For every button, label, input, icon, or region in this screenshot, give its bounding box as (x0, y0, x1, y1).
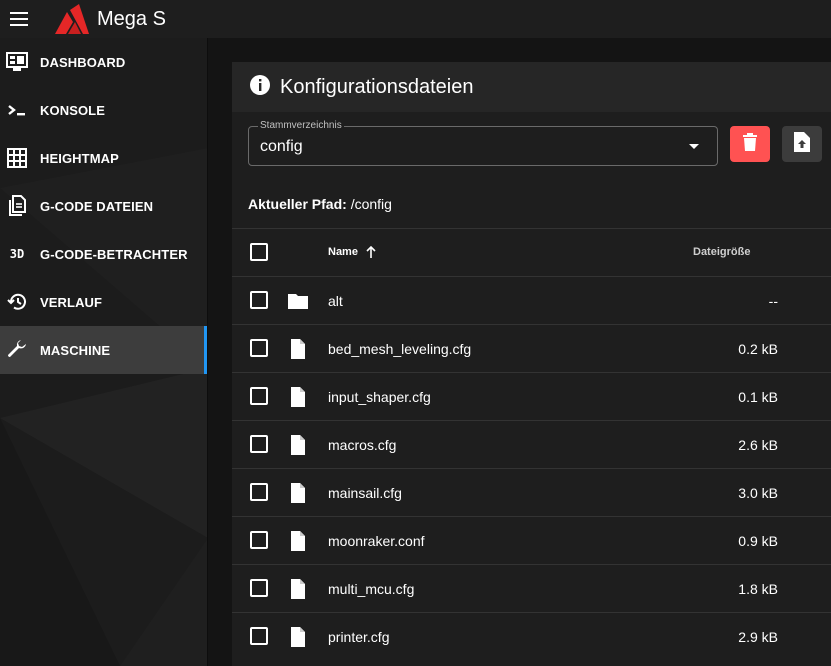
3d-icon: 3D (5, 242, 29, 266)
table-row[interactable]: mainsail.cfg 3.0 kB (232, 468, 831, 516)
table-row[interactable]: multi_mcu.cfg 1.8 kB (232, 564, 831, 612)
file-name: alt (328, 293, 343, 309)
table-header-row: Name Dateigröße (232, 228, 831, 276)
sidebar-item-label: VERLAUF (40, 294, 103, 310)
app-title: Mega S (97, 7, 166, 30)
row-checkbox[interactable] (250, 435, 268, 453)
file-document-multiple-icon (5, 194, 29, 218)
column-header-name-label: Name (328, 246, 358, 258)
file-upload-icon (794, 131, 810, 157)
root-directory-select[interactable]: Stammverzeichnis config (248, 120, 718, 166)
wrench-icon (5, 338, 29, 362)
file-icon (286, 385, 310, 409)
sidebar-item-gcode-betrachter[interactable]: 3D G-CODE-BETRACHTER (0, 230, 207, 278)
file-name: bed_mesh_leveling.cfg (328, 341, 472, 357)
file-size: 2.9 kB (738, 629, 778, 645)
sidebar-item-label: G-CODE DATEIEN (40, 198, 154, 214)
sidebar-item-gcode-dateien[interactable]: G-CODE DATEIEN (0, 182, 207, 230)
file-icon (286, 625, 310, 649)
file-size: 0.9 kB (738, 533, 778, 549)
sidebar-item-heightmap[interactable]: HEIGHTMAP (0, 134, 207, 182)
info-icon (249, 74, 271, 101)
file-icon (286, 529, 310, 553)
file-table: Name Dateigröße alt -- bed_mesh_leveling… (232, 228, 831, 660)
file-name: mainsail.cfg (328, 485, 402, 501)
sidebar-item-label: KONSOLE (40, 102, 105, 118)
file-name: moonraker.conf (328, 533, 425, 549)
file-icon (286, 481, 310, 505)
logo-icon (53, 0, 93, 38)
root-directory-value: config (260, 138, 303, 155)
menu-icon[interactable] (0, 0, 38, 38)
file-size: 3.0 kB (738, 485, 778, 501)
sidebar-item-verlauf[interactable]: VERLAUF (0, 278, 207, 326)
arrow-up-icon (366, 246, 376, 258)
grid-icon (5, 146, 29, 170)
file-icon (286, 337, 310, 361)
root-directory-label: Stammverzeichnis (258, 120, 344, 131)
upload-button[interactable] (782, 126, 822, 162)
row-checkbox[interactable] (250, 291, 268, 309)
table-row[interactable]: bed_mesh_leveling.cfg 0.2 kB (232, 324, 831, 372)
file-icon (286, 577, 310, 601)
sidebar-item-label: G-CODE-BETRACHTER (40, 246, 188, 262)
delete-button[interactable] (730, 126, 770, 162)
row-checkbox[interactable] (250, 339, 268, 357)
row-checkbox[interactable] (250, 483, 268, 501)
app-bar: Mega S (0, 0, 831, 38)
folder-icon (286, 289, 310, 313)
file-name: macros.cfg (328, 437, 397, 453)
column-header-size[interactable]: Dateigröße (693, 246, 750, 258)
select-all-checkbox[interactable] (250, 243, 268, 261)
row-checkbox[interactable] (250, 531, 268, 549)
current-path-value: /config (350, 196, 392, 212)
row-checkbox[interactable] (250, 579, 268, 597)
history-icon (5, 290, 29, 314)
table-row[interactable]: alt -- (232, 276, 831, 324)
3d-icon-text: 3D (9, 247, 25, 261)
sidebar: DASHBOARD KONSOLE HEIGHTMAP G-CODE DATEI… (0, 38, 208, 666)
table-row[interactable]: printer.cfg 2.9 kB (232, 612, 831, 660)
sidebar-item-label: DASHBOARD (40, 54, 126, 70)
sidebar-item-konsole[interactable]: KONSOLE (0, 86, 207, 134)
column-header-name[interactable]: Name (328, 246, 376, 258)
trash-icon (743, 132, 757, 156)
file-size: 0.1 kB (738, 389, 778, 405)
sidebar-item-dashboard[interactable]: DASHBOARD (0, 38, 207, 86)
config-files-panel: Konfigurationsdateien Stammverzeichnis c… (232, 62, 831, 666)
current-path: Aktueller Pfad: /config (248, 196, 392, 212)
sidebar-item-maschine[interactable]: MASCHINE (0, 326, 207, 374)
table-row[interactable]: input_shaper.cfg 0.1 kB (232, 372, 831, 420)
file-name: input_shaper.cfg (328, 389, 431, 405)
table-row[interactable]: moonraker.conf 0.9 kB (232, 516, 831, 564)
main-content: Konfigurationsdateien Stammverzeichnis c… (208, 38, 831, 666)
row-checkbox[interactable] (250, 627, 268, 645)
file-size: 0.2 kB (738, 341, 778, 357)
console-icon (5, 98, 29, 122)
file-size: -- (768, 293, 778, 309)
current-path-label: Aktueller Pfad: (248, 196, 347, 212)
sidebar-item-label: MASCHINE (40, 342, 111, 358)
file-icon (286, 433, 310, 457)
sidebar-item-label: HEIGHTMAP (40, 150, 119, 166)
row-checkbox[interactable] (250, 387, 268, 405)
panel-title: Konfigurationsdateien (280, 75, 474, 98)
file-size: 2.6 kB (738, 437, 778, 453)
file-size: 1.8 kB (738, 581, 778, 597)
table-row[interactable]: macros.cfg 2.6 kB (232, 420, 831, 468)
panel-header: Konfigurationsdateien (232, 62, 831, 112)
file-name: multi_mcu.cfg (328, 581, 415, 597)
file-name: printer.cfg (328, 629, 390, 645)
chevron-down-icon (689, 144, 699, 149)
monitor-dashboard-icon (5, 50, 29, 74)
